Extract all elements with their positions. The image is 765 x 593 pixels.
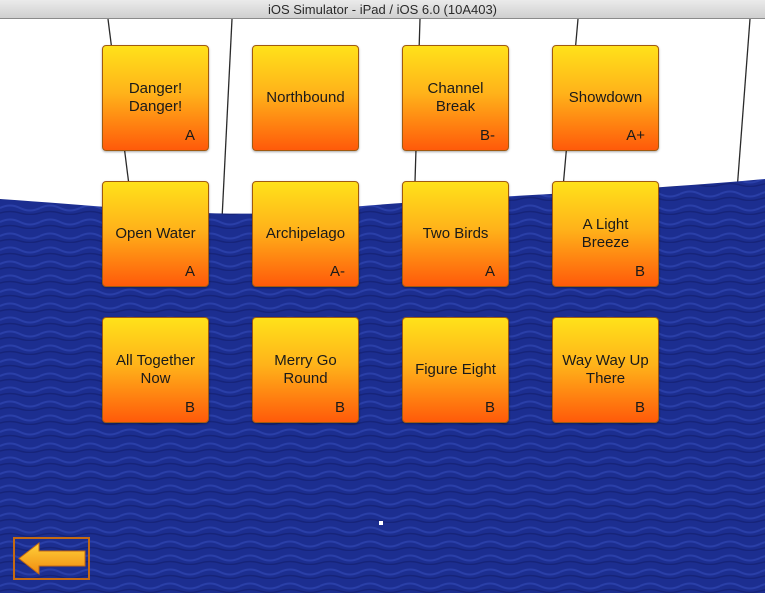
cursor-dot [379,521,383,525]
level-grade: B [334,399,345,416]
level-tile[interactable]: A Light Breeze B [552,181,659,287]
back-button[interactable] [13,537,90,580]
level-tile[interactable]: Danger! Danger! A [102,45,209,151]
level-tile[interactable]: Channel Break B- [402,45,509,151]
level-grade: A [484,263,495,280]
level-tile[interactable]: Open Water A [102,181,209,287]
level-tile[interactable]: Merry Go Round B [252,317,359,423]
level-tile[interactable]: All Together Now B [102,317,209,423]
level-title: Northbound [266,89,345,106]
level-grade: B [484,399,495,416]
level-tile[interactable]: Archipelago A- [252,181,359,287]
level-grade: A+ [626,127,645,144]
window-title: iOS Simulator - iPad / iOS 6.0 (10A403) [267,2,498,17]
level-grade: A [184,127,195,144]
level-tile[interactable]: Showdown A+ [552,45,659,151]
level-tile[interactable]: Figure Eight B [402,317,509,423]
level-grade: B- [480,127,495,144]
window-titlebar: iOS Simulator - iPad / iOS 6.0 (10A403) [0,0,765,19]
level-grade: B [184,399,195,416]
level-tile[interactable]: Two Birds A [402,181,509,287]
level-grade: A- [330,263,345,280]
left-arrow-icon [18,541,86,576]
level-select-screen: Danger! Danger! A Northbound Channel Bre… [0,19,765,593]
level-grade: A [184,263,195,280]
level-grade: B [634,263,645,280]
level-tile[interactable]: Way Way Up There B [552,317,659,423]
level-tile[interactable]: Northbound [252,45,359,151]
level-grade: B [634,399,645,416]
